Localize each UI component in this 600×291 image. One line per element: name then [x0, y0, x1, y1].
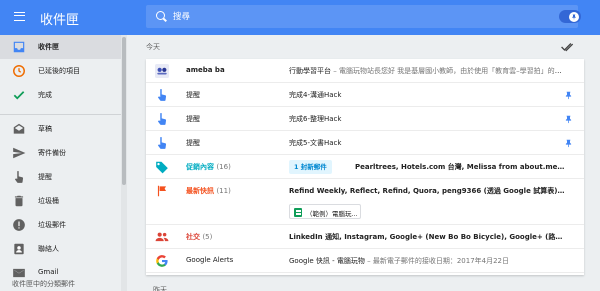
subject-text: Pearltrees, Hotels.com 台灣, Melissa from … [355, 163, 565, 171]
subject-line: 行動學習平台 – 電腦玩物站長您好 我是基層國小教師，由於使用「教育雲–學習拍」… [289, 66, 565, 76]
reminder-hand-icon [157, 113, 167, 125]
subject-text: Google 快訊 - 電腦玩物 [289, 257, 365, 265]
bundle-count: (5) [202, 233, 213, 241]
sidebar-item-label: 寄件備份 [38, 149, 66, 157]
sidebar-item-inbox[interactable]: 收件匣 [0, 35, 121, 59]
app-title: 收件匣 [40, 13, 80, 28]
pinned-only-toggle[interactable] [559, 10, 581, 23]
sender-name: 提醒 [186, 139, 200, 147]
list-item[interactable]: 促銷內容 (16) 1 封新郵件 Pearltrees, Hotels.com … [146, 155, 584, 179]
google-logo-icon [156, 255, 168, 267]
sidebar-item-label: 草稿 [38, 125, 52, 133]
sidebar-item-label: 垃圾郵件 [38, 221, 66, 229]
avatar [155, 64, 169, 78]
inbox-icon [13, 41, 25, 53]
sweep-done-all-icon[interactable] [561, 41, 575, 53]
attachment-chip[interactable]: （範例）電腦玩... [289, 204, 361, 219]
search-box[interactable] [146, 5, 578, 28]
tag-icon [156, 161, 168, 174]
sidebar-item-contacts[interactable]: 聯絡人 [0, 237, 121, 261]
snippet-text: – 電腦玩物站長您好 我是基層國小教師，由於使用「教育雲–學習拍」的系統... [331, 67, 565, 75]
sheets-icon [294, 207, 302, 217]
sender-name: 提醒 [186, 115, 200, 123]
subject-text: 行動學習平台 [289, 67, 331, 75]
section-header-yesterday: 昨天 [153, 286, 167, 291]
pin-icon[interactable] [564, 90, 573, 101]
pin-toggle-knob [569, 11, 579, 22]
subject-text: LinkedIn 通知, Instagram, Google+ (New Bo … [289, 233, 565, 241]
sender-name: 最新快訊 (11) [186, 186, 231, 196]
pin-icon[interactable] [564, 114, 573, 125]
sidebar-item-label: 收件匣 [38, 43, 59, 51]
reminder-hand-icon [157, 89, 167, 101]
spam-icon [13, 219, 25, 231]
sidebar-item-label: 已延後的項目 [38, 67, 80, 75]
bundle-count: (16) [216, 163, 231, 171]
reminder-hand-icon [14, 171, 24, 183]
scrollbar-thumb[interactable] [122, 37, 126, 185]
search-icon [156, 11, 165, 20]
sender-name: 促銷內容 (16) [186, 162, 231, 172]
clock-icon [13, 65, 25, 77]
subject-line: Google 快訊 - 電腦玩物 – 最新電子郵件的接收日期：2017年4月22… [289, 256, 565, 266]
sidebar-item-sent[interactable]: 寄件備份 [0, 141, 121, 165]
list-item[interactable]: Google Alerts Google 快訊 - 電腦玩物 – 最新電子郵件的… [146, 249, 584, 273]
menu-icon[interactable] [14, 12, 25, 21]
send-icon [13, 147, 26, 159]
sidebar-item-label: Gmail [38, 268, 59, 276]
reminder-hand-icon [157, 137, 167, 149]
section-header-today: 今天 [146, 43, 160, 51]
pin-icon[interactable] [564, 138, 573, 149]
subject-text: Refind Weekly, Reflect, Refind, Quora, p… [289, 187, 565, 195]
top-app-bar: 收件匣 [0, 0, 600, 35]
subject-text: 完成6-整理Hack [289, 115, 342, 123]
sender-name: 提醒 [186, 91, 200, 99]
sidebar-item-drafts[interactable]: 草稿 [0, 117, 121, 141]
inbox-list: ameba ba 行動學習平台 – 電腦玩物站長您好 我是基層國小教師，由於使用… [146, 59, 584, 275]
sidebar-item-reminders[interactable]: 提醒 [0, 165, 121, 189]
bundle-name: 最新快訊 [186, 187, 214, 195]
snippet-text: – 最新電子郵件的接收日期：2017年4月22日 [364, 257, 510, 265]
sidebar-item-label: 聯絡人 [38, 245, 59, 253]
attachment-name: （範例）電腦玩... [306, 210, 358, 218]
sidebar-item-snoozed[interactable]: 已延後的項目 [0, 59, 121, 83]
sidebar-item-label: 完成 [38, 91, 52, 99]
sender-name: 社交 (5) [186, 232, 212, 242]
sidebar-scrollbar[interactable] [121, 35, 127, 291]
sidebar-item-label: 垃圾桶 [38, 197, 59, 205]
list-item[interactable]: 最新快訊 (11) Refind Weekly, Reflect, Refind… [146, 179, 584, 225]
drafts-icon [13, 123, 25, 134]
sidebar-footer-label[interactable]: 收件匣中的分類郵件 [12, 279, 75, 289]
search-input[interactable] [173, 8, 503, 25]
bundle-count: (11) [216, 187, 231, 195]
sidebar-nav: 收件匣 已延後的項目 完成 草稿 寄件備份 提醒 垃圾桶 垃圾郵件 聯絡人 Gm… [0, 35, 121, 291]
sidebar-item-done[interactable]: 完成 [0, 83, 121, 107]
pin-icon [572, 14, 576, 19]
gmail-icon [13, 268, 25, 278]
subject-text: 完成5-文書Hack [289, 139, 342, 147]
new-mail-chip: 1 封新郵件 [289, 160, 332, 174]
sender-name: ameba ba [186, 66, 225, 74]
flag-icon [157, 185, 167, 197]
subject-text: 完成4-溝通Hack [289, 91, 342, 99]
list-item[interactable]: 提醒 完成6-整理Hack [146, 107, 584, 131]
bundle-name: 社交 [186, 233, 200, 241]
list-item[interactable]: 社交 (5) LinkedIn 通知, Instagram, Google+ (… [146, 225, 584, 249]
sidebar-item-trash[interactable]: 垃圾桶 [0, 189, 121, 213]
check-icon [13, 91, 25, 100]
sender-name: Google Alerts [186, 256, 234, 264]
people-icon [155, 232, 169, 242]
sidebar-divider [0, 114, 121, 115]
list-item[interactable]: 提醒 完成5-文書Hack [146, 131, 584, 155]
bundle-name: 促銷內容 [186, 163, 214, 171]
list-item[interactable]: 提醒 完成4-溝通Hack [146, 83, 584, 107]
sidebar-item-spam[interactable]: 垃圾郵件 [0, 213, 121, 237]
contacts-icon [14, 243, 24, 255]
trash-icon [14, 195, 24, 207]
list-item[interactable]: ameba ba 行動學習平台 – 電腦玩物站長您好 我是基層國小教師，由於使用… [146, 59, 584, 83]
sidebar-item-label: 提醒 [38, 173, 52, 181]
